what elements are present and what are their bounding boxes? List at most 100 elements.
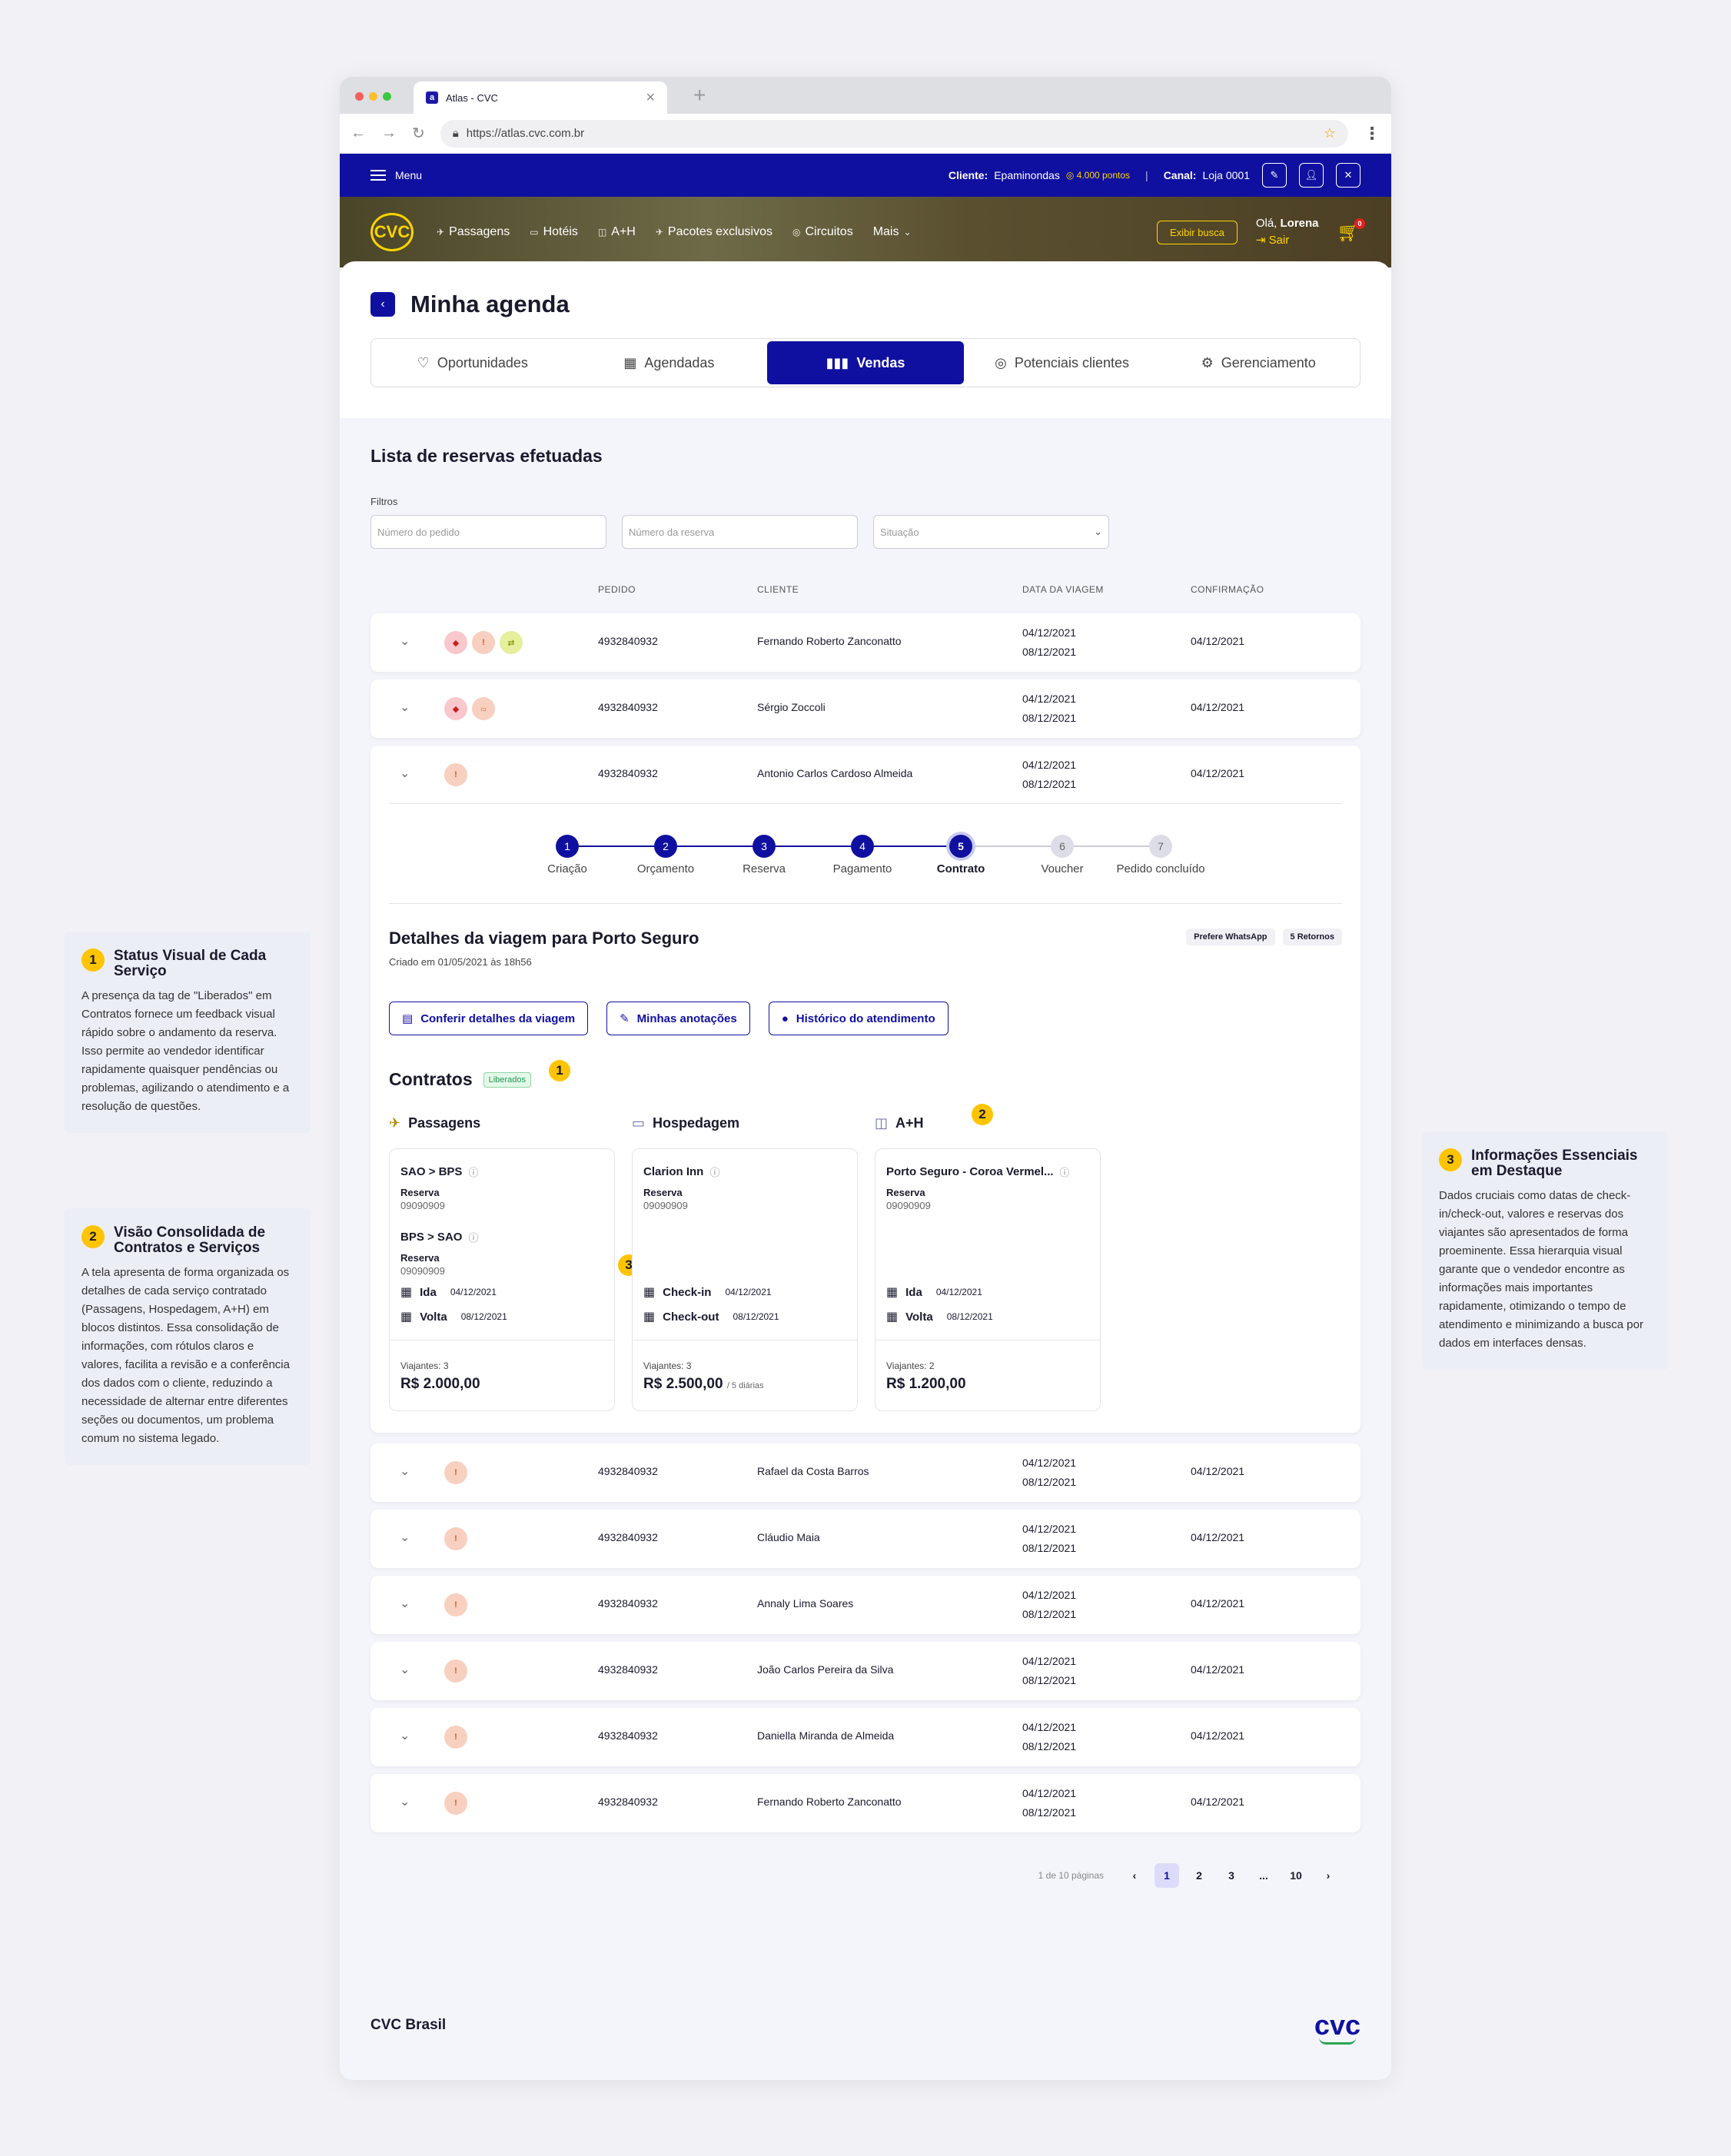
address-bar-row: ← → ↻ 🔒︎ https://atlas.cvc.com.br ☆ ⋮: [340, 114, 1391, 154]
reserva-filter-input[interactable]: Número da reserva: [622, 515, 858, 549]
next-page-icon[interactable]: ›: [1316, 1863, 1341, 1888]
tab-vendas[interactable]: ▮▮▮ Vendas: [767, 341, 964, 384]
expand-chevron-icon[interactable]: ⌄: [400, 1794, 410, 1809]
section-title: Lista de reservas efetuadas: [370, 446, 603, 466]
step-criacao: 1 Criação: [525, 835, 610, 875]
page-3[interactable]: 3: [1219, 1863, 1244, 1888]
cvc-logo[interactable]: CVC: [370, 213, 414, 251]
expand-chevron-icon[interactable]: ⌄: [400, 633, 410, 649]
user-greeting: Olá, Lorena ⇥ Sair: [1256, 215, 1319, 249]
table-row[interactable]: ⌄ ! 4932840932 Antonio Carlos Cardoso Al…: [389, 746, 1342, 804]
table-row[interactable]: ⌄ ! 4932840932 Fernando Roberto Zanconat…: [370, 1774, 1361, 1832]
expand-chevron-icon[interactable]: ⌄: [400, 699, 410, 715]
lightbulb-icon: ♡: [417, 354, 430, 370]
confirmacao: 04/12/2021: [1191, 1465, 1245, 1477]
minhas-anotacoes-button[interactable]: ✎ Minhas anotações: [606, 1002, 750, 1035]
agenda-tabs: ♡ Oportunidades ▦ Agendadas ▮▮▮ Vendas ◎ Pot…: [370, 338, 1361, 387]
expand-chevron-icon[interactable]: ⌄: [400, 1596, 410, 1611]
menu-button[interactable]: Menu: [370, 169, 422, 181]
travel-dates: 04/12/2021 08/12/2021: [1022, 1721, 1077, 1752]
bookmark-star-icon[interactable]: ☆: [1324, 125, 1336, 141]
calendar-icon: ▦: [643, 1311, 656, 1324]
status-pending-icon: !: [444, 1461, 467, 1484]
canal-label: Canal:: [1163, 169, 1197, 181]
table-row[interactable]: ⌄ ! 4932840932 Cláudio Maia 04/12/2021 08…: [370, 1510, 1361, 1568]
window-controls[interactable]: [355, 92, 391, 101]
user-icon[interactable]: 👤︎: [1299, 163, 1324, 188]
expand-chevron-icon[interactable]: ⌄: [400, 1530, 410, 1545]
menu-label: Menu: [395, 169, 423, 181]
action-buttons: ▤ Conferir detalhes da viagem ✎ Minhas ano…: [389, 1002, 1342, 1035]
pedido-filter-input[interactable]: Número do pedido: [370, 515, 606, 549]
table-row[interactable]: ⌄ ! 4932840932 Rafael da Costa Barros 04…: [370, 1443, 1361, 1502]
tab-gerenciamento[interactable]: ⚙︎ Gerenciamento: [1160, 341, 1357, 384]
lock-icon: 🔒︎: [452, 127, 459, 140]
page-1[interactable]: 1: [1155, 1863, 1179, 1888]
plane-icon: ✈︎: [437, 227, 445, 238]
pencil-icon: ✎: [620, 1012, 630, 1025]
table-row[interactable]: ⌄ ! 4932840932 João Carlos Pereira da Si…: [370, 1642, 1361, 1700]
tab-oportunidades[interactable]: ♡ Oportunidades: [374, 341, 571, 384]
table-row[interactable]: ⌄ ! 4932840932 Daniella Miranda de Almei…: [370, 1708, 1361, 1766]
table-row[interactable]: ⌄ ◆ ▭ 4932840932 Sérgio Zoccoli 04/12/202…: [370, 679, 1361, 738]
nav-circuitos[interactable]: ◎ Circuitos: [792, 225, 853, 239]
back-icon[interactable]: ←: [351, 125, 366, 142]
new-tab-icon[interactable]: +: [693, 83, 706, 108]
contracts-title: Contratos: [389, 1069, 473, 1089]
nav-pacotes[interactable]: ✈︎ Pacotes exclusivos: [656, 225, 772, 239]
close-tab-icon[interactable]: ×: [646, 89, 655, 107]
tab-agendadas[interactable]: ▦ Agendadas: [571, 341, 768, 384]
travel-dates: 04/12/2021 08/12/2021: [1022, 1589, 1077, 1620]
nav-hoteis[interactable]: ▭ Hotéis: [530, 225, 578, 239]
calendar-icon: ▦: [886, 1286, 899, 1299]
travel-dates: 04/12/2021 08/12/2021: [1022, 1523, 1077, 1554]
progress-stepper: 1 Criação 2 Orçamento 3 Reserva 4 Pagamento …: [389, 804, 1342, 904]
reload-icon[interactable]: ↻: [412, 124, 425, 143]
calendar-icon: ▦: [643, 1286, 656, 1299]
cart-icon[interactable]: 🛒︎ 0: [1337, 218, 1365, 244]
collapse-chevron-icon[interactable]: ⌄: [400, 766, 410, 781]
contracts-header: Contratos Liberados 1: [389, 1060, 1342, 1090]
expand-chevron-icon[interactable]: ⌄: [400, 1728, 410, 1743]
exibir-busca-button[interactable]: Exibir busca: [1157, 220, 1238, 244]
info-icon: ⓘ: [709, 1167, 720, 1178]
agenda-header: ‹ Minha agenda ♡ Oportunidades ▦ Agendadas…: [340, 261, 1391, 418]
close-icon[interactable]: ✕: [1336, 163, 1361, 188]
expand-chevron-icon[interactable]: ⌄: [400, 1662, 410, 1677]
table-row[interactable]: ⌄ ! 4932840932 Annaly Lima Soares 04/12/…: [370, 1576, 1361, 1634]
nav-aereo-hotel[interactable]: ◫ A+H: [598, 225, 636, 239]
forward-icon[interactable]: →: [381, 125, 397, 142]
conferir-detalhes-button[interactable]: ▤ Conferir detalhes da viagem: [389, 1002, 589, 1035]
historico-button[interactable]: ● Histórico do atendimento: [768, 1002, 949, 1035]
status-pending-icon: !: [472, 631, 495, 654]
page-title: Minha agenda: [410, 291, 570, 317]
nav-passagens[interactable]: ✈︎ Passagens: [437, 225, 510, 239]
points-badge: ◎ 4.000 pontos: [1065, 170, 1131, 181]
status-badges: !: [444, 1461, 467, 1484]
prev-page-icon[interactable]: ‹: [1122, 1863, 1147, 1888]
footer-text: CVC Brasil: [370, 2017, 447, 2033]
status-badges: !: [444, 1792, 467, 1815]
col-data: DATA DA VIAGEM: [1022, 584, 1104, 595]
back-button[interactable]: ‹: [370, 292, 395, 317]
info-icon: ⓘ: [468, 1167, 479, 1178]
status-pending-icon: !: [444, 1726, 467, 1749]
table-row[interactable]: ⌄ ◆! ⇄ 4932840932 Fernando Roberto Zancon…: [370, 613, 1361, 672]
cliente: Fernando Roberto Zanconatto: [757, 1796, 902, 1808]
client-info: Cliente: Epaminondas ◎ 4.000 pontos | Ca…: [949, 163, 1361, 188]
browser-menu-icon[interactable]: ⋮: [1364, 124, 1380, 144]
expand-chevron-icon[interactable]: ⌄: [400, 1463, 410, 1479]
logout-link[interactable]: ⇥ Sair: [1256, 232, 1319, 249]
situacao-select[interactable]: Situação ⌄: [873, 515, 1109, 549]
edit-icon[interactable]: ✎: [1262, 163, 1287, 188]
travel-dates: 04/12/2021 08/12/2021: [1022, 1787, 1077, 1819]
status-pending-icon: !: [444, 763, 467, 786]
nav-mais[interactable]: Mais ⌄: [873, 225, 912, 239]
annotation-note-2: 2 Visão Consolidada de Contratos e Serviç…: [65, 1208, 311, 1465]
tab-potenciais-clientes[interactable]: ◎ Potenciais clientes: [964, 341, 1161, 384]
page-10[interactable]: 10: [1284, 1863, 1308, 1888]
confirmacao: 04/12/2021: [1191, 1597, 1245, 1610]
url-field[interactable]: 🔒︎ https://atlas.cvc.com.br ☆: [440, 119, 1348, 148]
page-2[interactable]: 2: [1187, 1863, 1211, 1888]
browser-tab[interactable]: a Atlas - CVC ×: [414, 81, 667, 114]
